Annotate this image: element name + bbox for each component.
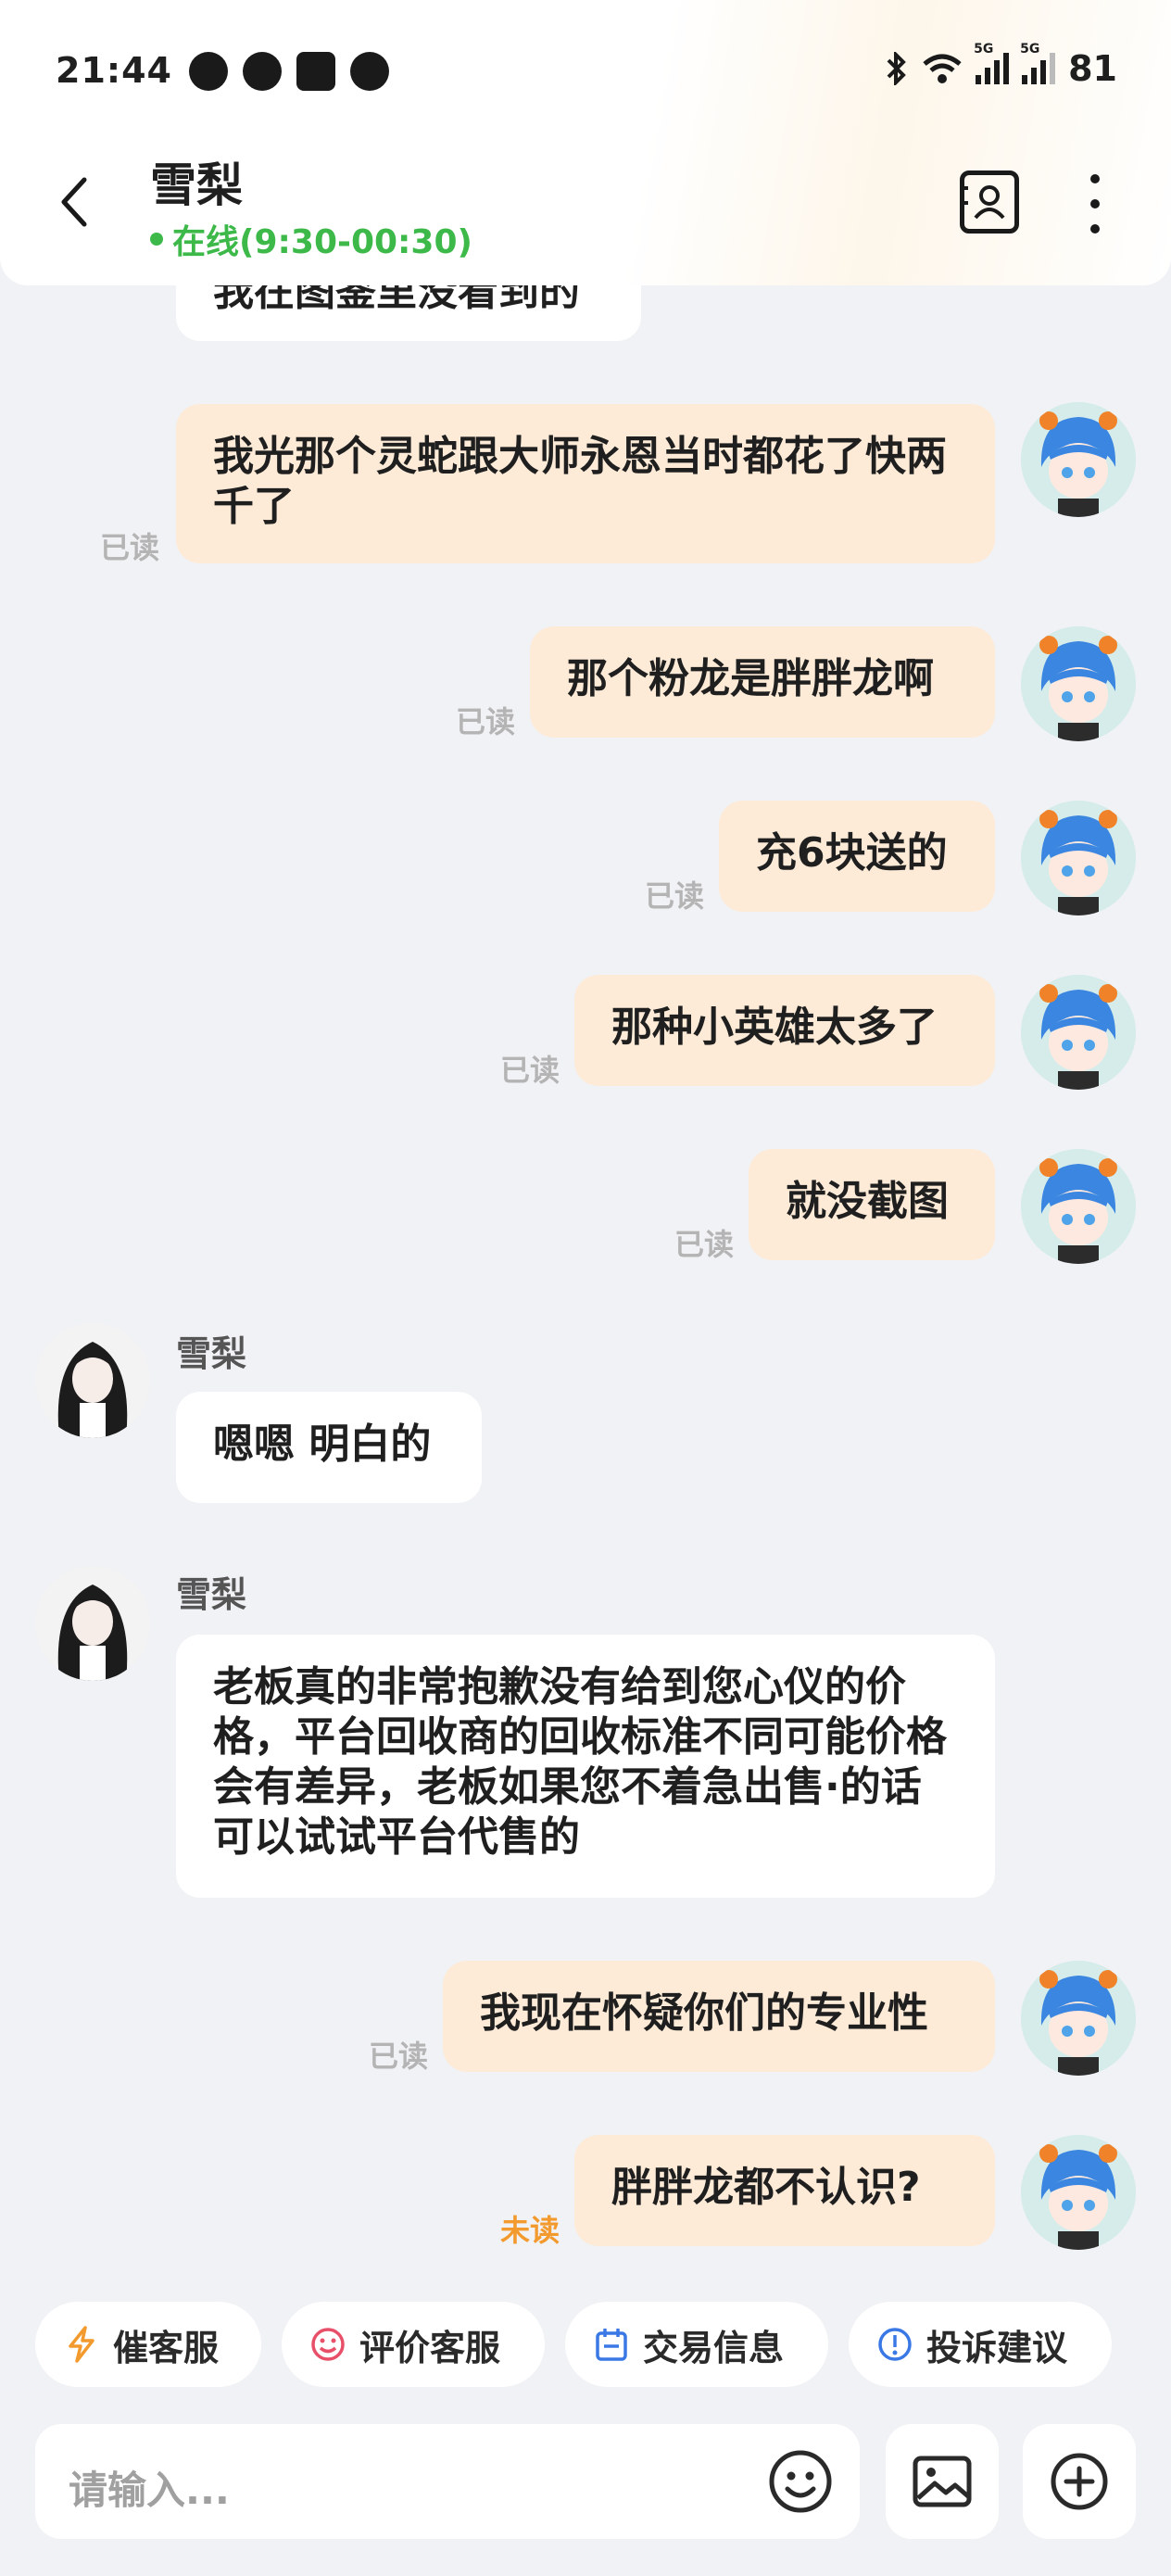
button-label: 评价客服 xyxy=(359,2327,501,2368)
dot xyxy=(1090,224,1100,234)
dot xyxy=(1090,199,1100,208)
read-status: 已读 xyxy=(674,1227,735,1262)
outgoing-message[interactable]: 就没截图 xyxy=(749,1149,995,1260)
outgoing-message[interactable]: 我现在怀疑你们的专业性 xyxy=(443,1961,995,2072)
message-text: 我光那个灵蛇跟大师永恩当时都花了快两千了 xyxy=(213,433,947,530)
incoming-message[interactable]: 老板真的非常抱歉没有给到您心仪的价格，平台回收商的回收标准不同可能价格会有差异，… xyxy=(176,1635,995,1898)
message-text: 那个粉龙是胖胖龙啊 xyxy=(567,655,934,702)
message-app-icon xyxy=(243,52,282,91)
unread-status: 未读 xyxy=(500,2213,560,2248)
read-status: 已读 xyxy=(500,1053,560,1088)
user-avatar[interactable] xyxy=(1021,2135,1136,2250)
battery-level: 81 xyxy=(1068,48,1117,89)
more-actions-button[interactable] xyxy=(1023,2424,1136,2539)
dot xyxy=(1090,174,1100,183)
girl-avatar-icon xyxy=(35,1566,150,1681)
girl-avatar-icon xyxy=(35,1323,150,1438)
chat-header: 21:44 5G 5G 81 雪梨 在线(9:30-00:30) xyxy=(0,0,1171,285)
plus-icon xyxy=(1051,2453,1108,2510)
cloud-app-icon xyxy=(350,52,389,91)
message-input[interactable]: 请输入... xyxy=(35,2424,860,2539)
chibi-avatar-icon xyxy=(1021,801,1136,915)
sender-name: 雪梨 xyxy=(176,1333,247,1374)
sender-name: 雪梨 xyxy=(176,1574,247,1615)
contact-card-icon xyxy=(959,185,1005,220)
complaint-button[interactable]: 投诉建议 xyxy=(849,2302,1112,2387)
read-status: 已读 xyxy=(369,2039,429,2074)
status-indicators: 5G 5G 81 xyxy=(885,42,1117,89)
outgoing-message[interactable]: 胖胖龙都不认识? xyxy=(574,2135,995,2246)
transaction-info-button[interactable]: 交易信息 xyxy=(565,2302,828,2387)
button-label: 催客服 xyxy=(113,2327,220,2368)
user-avatar[interactable] xyxy=(1021,402,1136,517)
user-avatar[interactable] xyxy=(1021,1149,1136,1264)
contact-name: 雪梨 xyxy=(150,158,243,212)
message-text: 嗯嗯 明白的 xyxy=(213,1421,432,1468)
rate-service-button[interactable]: 评价客服 xyxy=(282,2302,545,2387)
button-label: 交易信息 xyxy=(643,2327,785,2368)
urge-service-button[interactable]: 催客服 xyxy=(35,2302,261,2387)
chibi-avatar-icon xyxy=(1021,402,1136,517)
outgoing-message[interactable]: 充6块送的 xyxy=(719,801,995,912)
read-status: 已读 xyxy=(645,878,705,914)
input-placeholder: 请输入... xyxy=(69,2468,230,2513)
outgoing-message[interactable]: 那种小英雄太多了 xyxy=(574,975,995,1086)
chibi-avatar-icon xyxy=(1021,975,1136,1090)
calendar-icon xyxy=(593,2326,630,2363)
user-avatar[interactable] xyxy=(1021,1961,1136,2076)
button-label: 投诉建议 xyxy=(926,2327,1068,2368)
message-text: 老板真的非常抱歉没有给到您心仪的价格，平台回收商的回收标准不同可能价格会有差异，… xyxy=(213,1663,947,1861)
user-avatar[interactable] xyxy=(1021,801,1136,915)
bluetooth-icon xyxy=(887,52,906,85)
message-text: 那种小英雄太多了 xyxy=(611,1004,938,1051)
signal-icon-2: 5G xyxy=(1020,42,1056,84)
image-button[interactable] xyxy=(886,2424,999,2539)
emoji-icon xyxy=(769,2450,832,2513)
image-icon xyxy=(913,2456,972,2507)
message-text: 就没截图 xyxy=(786,1178,949,1225)
back-button[interactable] xyxy=(54,174,94,230)
online-status: 在线(9:30-00:30) xyxy=(150,215,472,263)
chat-app-icon xyxy=(189,52,228,91)
message-text: 我现在怀疑你们的专业性 xyxy=(480,1989,928,2037)
network-type-label: 5G xyxy=(1020,42,1040,57)
more-options-button[interactable] xyxy=(1075,174,1115,234)
chevron-left-icon xyxy=(61,177,87,227)
online-dot xyxy=(150,233,163,246)
user-avatar[interactable] xyxy=(1021,626,1136,741)
online-hours: 在线(9:30-00:30) xyxy=(172,223,472,261)
wifi-icon xyxy=(923,54,962,83)
agent-avatar[interactable] xyxy=(35,1566,150,1681)
outgoing-message[interactable]: 那个粉龙是胖胖龙啊 xyxy=(530,626,995,738)
chibi-avatar-icon xyxy=(1021,2135,1136,2250)
alert-icon xyxy=(876,2326,913,2363)
signal-icon-1: 5G xyxy=(974,42,1010,84)
contact-card-button[interactable] xyxy=(959,170,1019,234)
incoming-message[interactable]: 嗯嗯 明白的 xyxy=(176,1392,482,1503)
message-text: 胖胖龙都不认识? xyxy=(611,2164,921,2211)
outgoing-message[interactable]: 我光那个灵蛇跟大师永恩当时都花了快两千了 xyxy=(176,404,995,563)
read-status: 已读 xyxy=(456,704,516,739)
chibi-avatar-icon xyxy=(1021,1149,1136,1264)
network-type-label: 5G xyxy=(974,42,994,57)
emoji-button[interactable] xyxy=(767,2448,834,2515)
agent-avatar[interactable] xyxy=(35,1323,150,1438)
user-avatar[interactable] xyxy=(1021,975,1136,1090)
status-notification-icons xyxy=(189,52,389,91)
read-status: 已读 xyxy=(100,530,160,565)
smile-icon xyxy=(309,2326,346,2363)
message-text: 充6块送的 xyxy=(756,829,948,877)
chibi-avatar-icon xyxy=(1021,626,1136,741)
chibi-avatar-icon xyxy=(1021,1961,1136,2076)
lightning-icon xyxy=(63,2326,100,2363)
status-time: 21:44 xyxy=(56,50,172,91)
tiktok-icon xyxy=(296,52,335,91)
